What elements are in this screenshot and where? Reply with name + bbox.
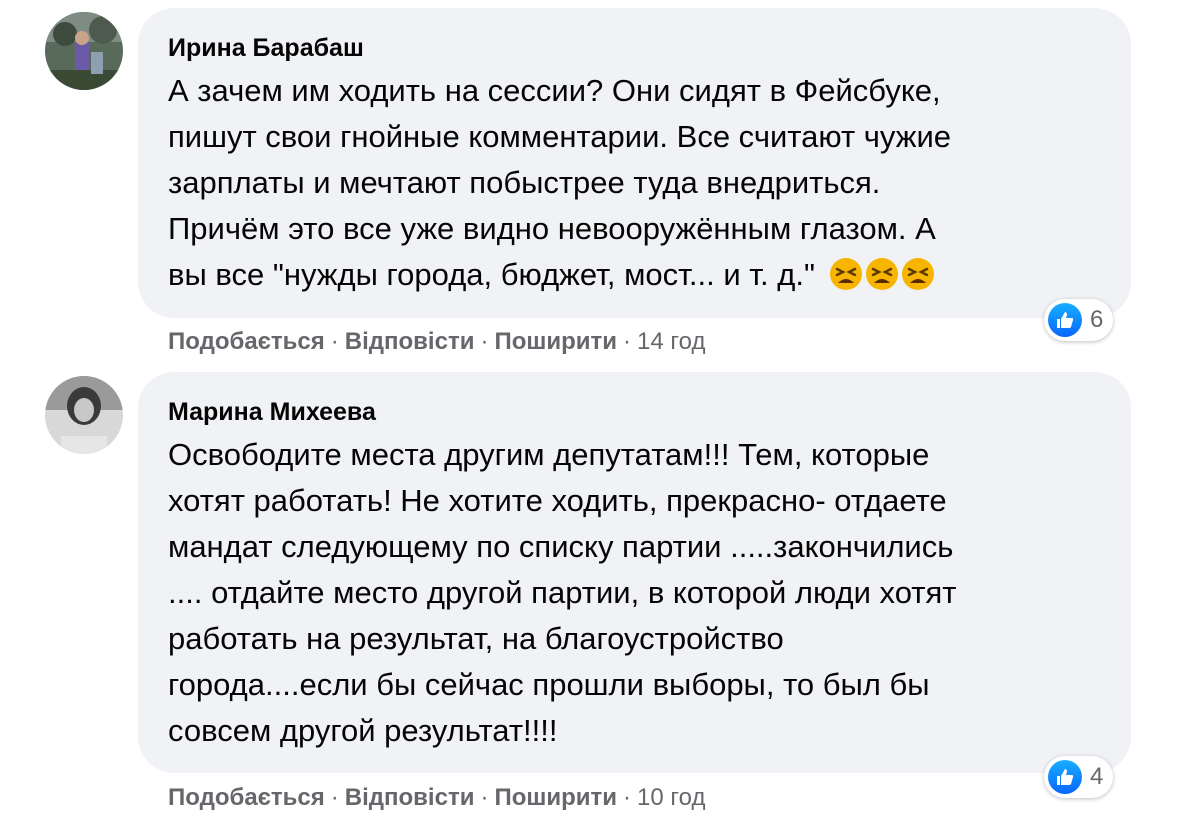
reaction-summary[interactable]: 4 — [1044, 756, 1114, 798]
like-link[interactable]: Подобається — [168, 782, 325, 814]
like-link[interactable]: Подобається — [168, 326, 325, 358]
comment-timestamp[interactable]: 14 год — [637, 326, 705, 358]
comment-text: А зачем им ходить на сессии? Они сидят в… — [168, 68, 1101, 298]
avatar[interactable] — [45, 376, 123, 454]
share-link[interactable]: Поширити — [494, 782, 617, 814]
like-icon — [1048, 760, 1082, 794]
tired-face-emoji — [829, 257, 863, 291]
reaction-count: 4 — [1090, 763, 1104, 790]
comment-timestamp[interactable]: 10 год — [637, 782, 705, 814]
comment-actions: Подобається · Відповісти · Поширити · 10… — [168, 782, 705, 814]
comment-bubble: Ирина Барабаш А зачем им ходить на сесси… — [138, 8, 1131, 318]
separator: · — [330, 784, 339, 811]
separator: · — [623, 784, 632, 811]
separator: · — [480, 328, 489, 355]
reaction-summary[interactable]: 6 — [1044, 299, 1114, 341]
reaction-count: 6 — [1090, 306, 1104, 333]
separator: · — [480, 784, 489, 811]
reply-link[interactable]: Відповісти — [345, 782, 475, 814]
separator: · — [623, 328, 632, 355]
comment-author[interactable]: Ирина Барабаш — [168, 32, 1101, 64]
comment-bubble: Марина Михеева Освободите места другим д… — [138, 372, 1131, 773]
share-link[interactable]: Поширити — [494, 326, 617, 358]
comment-author[interactable]: Марина Михеева — [168, 396, 1101, 428]
comment-actions: Подобається · Відповісти · Поширити · 14… — [168, 326, 705, 358]
reply-link[interactable]: Відповісти — [345, 326, 475, 358]
comment-text: Освободите места другим депутатам!!! Тем… — [168, 437, 957, 748]
like-icon — [1048, 303, 1082, 337]
tired-face-emoji — [865, 257, 899, 291]
tired-face-emoji — [901, 257, 935, 291]
avatar[interactable] — [45, 12, 123, 90]
separator: · — [330, 328, 339, 355]
